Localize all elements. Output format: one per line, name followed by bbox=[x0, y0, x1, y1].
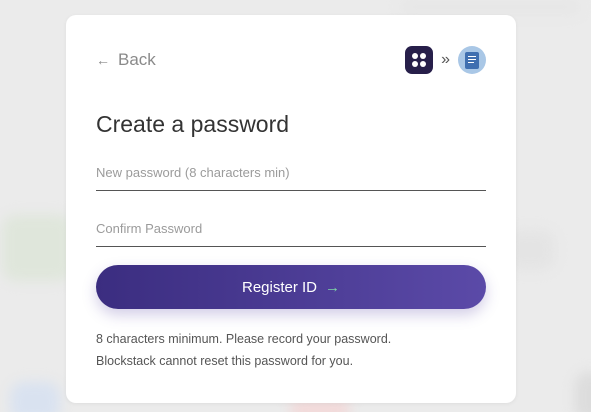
document-app-icon bbox=[458, 46, 486, 74]
password-hint-line-1: 8 characters minimum. Please record your… bbox=[96, 332, 392, 346]
new-password-field[interactable] bbox=[96, 165, 486, 191]
background-app-tile bbox=[575, 372, 591, 412]
blockstack-logo-icon bbox=[405, 46, 434, 74]
arrow-right-icon: → bbox=[325, 278, 341, 296]
double-chevron-right-icon: » bbox=[441, 51, 450, 68]
app-connection-icons: » bbox=[405, 46, 486, 74]
background-app-tile bbox=[400, 0, 580, 14]
confirm-password-field[interactable] bbox=[96, 221, 486, 247]
page-title: Create a password bbox=[96, 111, 290, 137]
register-id-button[interactable]: Register ID → bbox=[96, 265, 486, 309]
back-button[interactable]: ← Back bbox=[96, 50, 156, 70]
create-password-card: ← Back » Create a password Register ID →… bbox=[66, 15, 516, 403]
password-hint-line-2: Blockstack cannot reset this password fo… bbox=[96, 354, 354, 368]
background-app-tile bbox=[2, 215, 72, 281]
password-hint: 8 characters minimum. Please record your… bbox=[96, 328, 491, 372]
register-id-label: Register ID bbox=[241, 278, 318, 296]
arrow-left-icon: ← bbox=[96, 52, 110, 68]
back-label: Back bbox=[118, 50, 156, 69]
background-app-tile bbox=[10, 382, 60, 412]
